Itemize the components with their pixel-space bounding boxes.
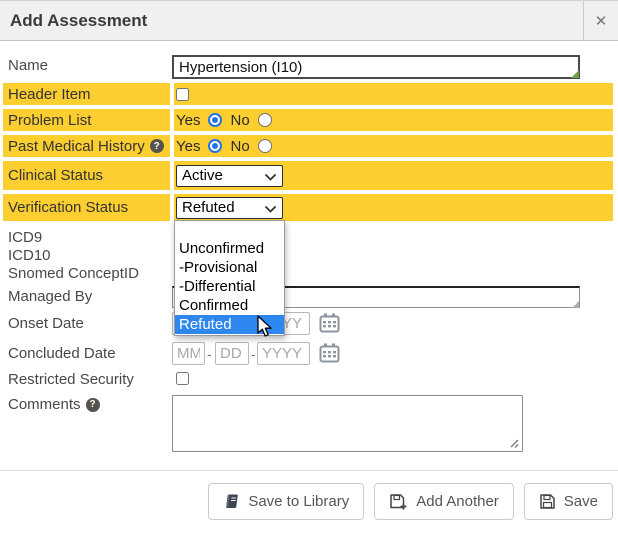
save-button[interactable]: Save xyxy=(524,483,613,520)
verification-status-label: Verification Status xyxy=(8,199,128,216)
comments-help-icon[interactable]: ? xyxy=(86,398,100,412)
pmh-yes-label: Yes xyxy=(176,138,200,155)
clinical-status-control-cell: Active xyxy=(174,161,613,190)
book-icon xyxy=(223,493,240,510)
header-item-checkbox[interactable] xyxy=(176,88,189,101)
concluded-sep1: - xyxy=(207,346,212,362)
verification-status-select[interactable]: Refuted xyxy=(176,197,283,219)
dropdown-option-refuted[interactable]: Refuted xyxy=(175,315,284,334)
verification-status-label-cell: Verification Status xyxy=(3,194,170,221)
name-input-valid-corner xyxy=(571,70,579,78)
pmh-label-cell: Past Medical History ? xyxy=(3,135,170,157)
managed-by-label: Managed By xyxy=(8,287,92,307)
close-button[interactable]: ✕ xyxy=(583,1,618,41)
save-to-library-label: Save to Library xyxy=(248,493,349,510)
dialog-title: Add Assessment xyxy=(10,1,147,41)
pmh-control-cell: Yes No xyxy=(174,135,613,157)
chevron-down-icon xyxy=(265,174,276,181)
restricted-security-checkbox[interactable] xyxy=(176,372,189,385)
icd9-label: ICD9 xyxy=(8,229,42,247)
problem-list-yes-radio[interactable] xyxy=(208,113,222,127)
dropdown-option-confirmed[interactable]: Confirmed xyxy=(175,296,284,315)
footer-divider xyxy=(0,470,618,471)
dropdown-option-differential[interactable]: -Differential xyxy=(175,277,284,296)
add-assessment-dialog: Add Assessment ✕ Name Header Item Proble… xyxy=(0,0,618,534)
dropdown-option-unconfirmed[interactable]: Unconfirmed xyxy=(175,239,284,258)
icd10-label: ICD10 xyxy=(8,247,51,265)
concluded-yyyy-input[interactable] xyxy=(257,342,310,365)
save-to-library-button[interactable]: Save to Library xyxy=(208,483,364,520)
header-item-control-cell xyxy=(174,83,613,105)
dialog-titlebar: Add Assessment ✕ xyxy=(0,0,618,41)
problem-list-label-cell: Problem List xyxy=(3,109,170,131)
chevron-down-icon xyxy=(265,206,276,213)
verification-status-control-cell: Refuted xyxy=(174,194,613,221)
save-label: Save xyxy=(564,493,598,510)
onset-calendar-icon[interactable] xyxy=(318,312,341,334)
pmh-no-radio[interactable] xyxy=(258,139,272,153)
header-item-label: Header Item xyxy=(8,86,91,103)
add-another-label: Add Another xyxy=(416,493,499,510)
clinical-status-value: Active xyxy=(182,167,223,184)
pmh-help-icon[interactable]: ? xyxy=(150,139,164,153)
name-label: Name xyxy=(8,56,48,76)
onset-date-label: Onset Date xyxy=(8,314,84,334)
problem-list-no-radio[interactable] xyxy=(258,113,272,127)
concluded-sep2: - xyxy=(251,346,256,362)
name-input[interactable] xyxy=(172,55,580,79)
concluded-mm-input[interactable] xyxy=(172,342,205,365)
clinical-status-label-cell: Clinical Status xyxy=(3,161,170,190)
header-item-label-cell: Header Item xyxy=(3,83,170,105)
pmh-label: Past Medical History xyxy=(8,138,145,155)
comments-label: Comments xyxy=(8,395,81,415)
pmh-no-label: No xyxy=(230,138,249,155)
clinical-status-select[interactable]: Active xyxy=(176,165,283,187)
pmh-yes-radio[interactable] xyxy=(208,139,222,153)
save-icon xyxy=(539,493,556,510)
problem-list-label: Problem List xyxy=(8,112,91,129)
snomed-conceptid-label: Snomed ConceptID xyxy=(8,265,139,283)
managed-by-corner xyxy=(572,301,579,308)
dropdown-option-blank[interactable] xyxy=(175,222,284,239)
concluded-date-label: Concluded Date xyxy=(8,344,116,364)
restricted-security-label: Restricted Security xyxy=(8,370,134,390)
clinical-status-label: Clinical Status xyxy=(8,167,103,184)
verification-status-value: Refuted xyxy=(182,199,235,216)
verification-status-dropdown: Unconfirmed -Provisional -Differential C… xyxy=(174,220,285,336)
problem-list-control-cell: Yes No xyxy=(174,109,613,131)
dropdown-option-provisional[interactable]: -Provisional xyxy=(175,258,284,277)
concluded-dd-input[interactable] xyxy=(215,342,249,365)
problem-list-yes-label: Yes xyxy=(176,112,200,129)
comments-textarea[interactable] xyxy=(172,395,523,452)
add-another-button[interactable]: Add Another xyxy=(374,483,514,520)
close-icon: ✕ xyxy=(595,12,608,30)
concluded-calendar-icon[interactable] xyxy=(318,342,341,364)
footer-buttons: Save to Library Add Another Save xyxy=(208,483,613,520)
save-plus-icon xyxy=(389,493,408,511)
comments-label-wrap: Comments ? xyxy=(8,395,100,415)
problem-list-no-label: No xyxy=(230,112,249,129)
